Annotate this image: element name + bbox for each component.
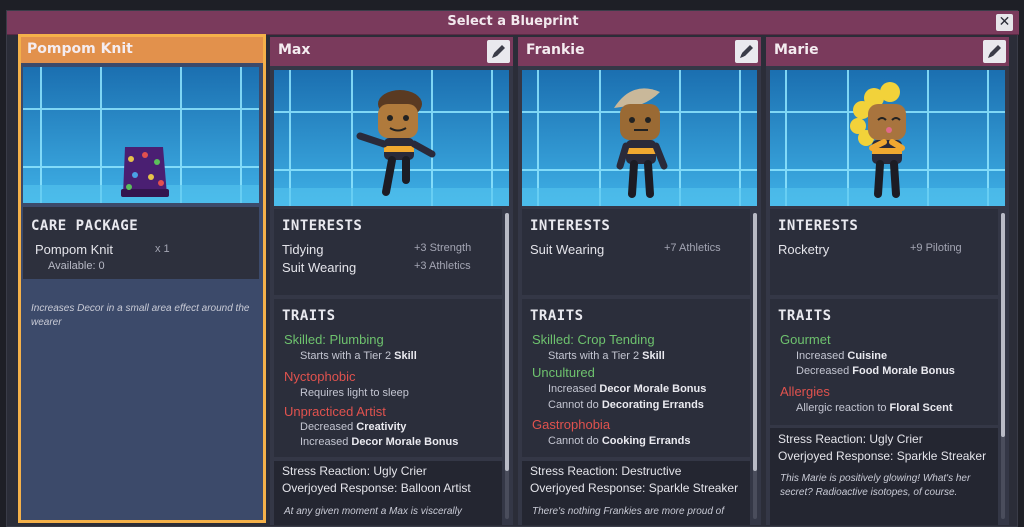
dupe-card-max[interactable]: Max INTERESTS Tidying +3 Strength Suit W… (270, 37, 513, 525)
flavor-text: At any given moment a Max is viscerally (284, 506, 462, 517)
card-header: Marie (766, 37, 1009, 66)
traits-section: TRAITS Skilled: Plumbing Starts with a T… (274, 299, 502, 457)
trait-name: Skilled: Plumbing (284, 332, 384, 347)
stress-reaction: Stress Reaction: Ugly Crier (778, 432, 923, 446)
interests-section: INTERESTS Suit Wearing +7 Athletics (522, 209, 750, 295)
care-package-title: CARE PACKAGE (31, 218, 139, 234)
trait-description: Cannot do Decorating Errands (548, 399, 704, 411)
care-package-portrait (23, 67, 259, 203)
window-title: Select a Blueprint (447, 14, 579, 29)
trait-name: Nyctophobic (284, 369, 356, 384)
stress-reaction: Stress Reaction: Ugly Crier (282, 464, 427, 478)
traits-title: TRAITS (282, 308, 336, 324)
trait-description: Increased Decor Morale Bonus (300, 436, 459, 448)
interests-title: INTERESTS (282, 218, 363, 234)
trait-description: Increased Decor Morale Bonus (548, 383, 707, 395)
interest-bonus: +9 Piloting (910, 242, 962, 254)
window-titlebar: Select a Blueprint ✕ (7, 11, 1019, 35)
care-package-card[interactable]: Pompom Knit CARE PACKAGE Pompom Knit x 1… (18, 34, 266, 523)
reactions-section: Stress Reaction: Ugly Crier Overjoyed Re… (274, 461, 502, 525)
trait-description: Decreased Food Morale Bonus (796, 365, 955, 377)
flavor-text: There's nothing Frankies are more proud … (532, 506, 725, 517)
dupe-card-frankie[interactable]: Frankie INTERESTS Suit Wearing +7 Athlet… (518, 37, 761, 525)
card-header: Pompom Knit (21, 37, 263, 63)
interest-name: Tidying (282, 242, 324, 257)
traits-title: TRAITS (530, 308, 584, 324)
interest-bonus: +3 Strength (414, 242, 472, 254)
card-header: Max (270, 37, 513, 66)
trait-description: Starts with a Tier 2 Skill (300, 350, 417, 362)
stress-reaction: Stress Reaction: Destructive (530, 464, 682, 478)
scrollbar[interactable] (505, 213, 509, 519)
trait-description: Starts with a Tier 2 Skill (548, 350, 665, 362)
reactions-section: Stress Reaction: Destructive Overjoyed R… (522, 461, 750, 525)
dupe-portrait (770, 70, 1005, 206)
interest-bonus: +3 Athletics (414, 260, 471, 272)
trait-name: Allergies (780, 384, 830, 399)
edit-name-button[interactable] (735, 40, 758, 63)
card-header: Frankie (518, 37, 761, 66)
care-package-available: Available: 0 (48, 260, 105, 272)
trait-name: Unpracticed Artist (284, 404, 386, 419)
trait-name: Skilled: Crop Tending (532, 332, 655, 347)
edit-name-button[interactable] (487, 40, 510, 63)
traits-section: TRAITS Skilled: Crop Tending Starts with… (522, 299, 750, 457)
overjoyed-response: Overjoyed Response: Balloon Artist (282, 481, 471, 495)
overjoyed-response: Overjoyed Response: Sparkle Streaker (778, 449, 987, 463)
card-name: Frankie (526, 42, 585, 58)
interests-section: INTERESTS Tidying +3 Strength Suit Weari… (274, 209, 502, 295)
pencil-icon (492, 45, 505, 58)
trait-name: Gourmet (780, 332, 831, 347)
pencil-icon (988, 45, 1001, 58)
care-package-description: Increases Decor in a small area effect a… (31, 303, 250, 328)
interest-name: Suit Wearing (282, 260, 357, 275)
card-name: Max (278, 42, 311, 58)
trait-name: Uncultured (532, 365, 595, 380)
trait-description: Cannot do Cooking Errands (548, 435, 691, 447)
care-package-quantity: x 1 (155, 243, 170, 255)
card-name: Pompom Knit (27, 41, 133, 57)
dupe-portrait (274, 70, 509, 206)
trait-description: Decreased Creativity (300, 421, 407, 433)
dupe-card-marie[interactable]: Marie INTERESTS Rocketry +9 Piloting TRA… (766, 37, 1009, 525)
interest-bonus: +7 Athletics (664, 242, 721, 254)
trait-name: Gastrophobia (532, 417, 611, 432)
traits-section: TRAITS Gourmet Increased Cuisine Decreas… (770, 299, 998, 425)
trait-description: Requires light to sleep (300, 387, 409, 399)
close-icon[interactable]: ✕ (996, 14, 1013, 31)
reactions-section: Stress Reaction: Ugly Crier Overjoyed Re… (770, 428, 998, 525)
interests-title: INTERESTS (778, 218, 859, 234)
blueprint-window: Select a Blueprint ✕ Pompom Knit CARE PA… (6, 10, 1019, 527)
overjoyed-response: Overjoyed Response: Sparkle Streaker (530, 481, 739, 495)
traits-title: TRAITS (778, 308, 832, 324)
interest-name: Suit Wearing (530, 242, 605, 257)
scrollbar[interactable] (753, 213, 757, 519)
scrollbar[interactable] (1001, 213, 1005, 519)
trait-description: Increased Cuisine (796, 350, 888, 362)
interest-name: Rocketry (778, 242, 830, 257)
dupe-portrait (522, 70, 757, 206)
pompom-knit-icon (121, 147, 169, 197)
edit-name-button[interactable] (983, 40, 1006, 63)
care-package-info: CARE PACKAGE Pompom Knit x 1 Available: … (23, 207, 259, 279)
interests-section: INTERESTS Rocketry +9 Piloting (770, 209, 998, 295)
care-package-item: Pompom Knit (35, 242, 114, 257)
trait-description: Allergic reaction to Floral Scent (796, 402, 953, 414)
pencil-icon (740, 45, 753, 58)
flavor-text: This Marie is positively glowing! What's… (780, 473, 971, 498)
card-name: Marie (774, 42, 819, 58)
interests-title: INTERESTS (530, 218, 611, 234)
